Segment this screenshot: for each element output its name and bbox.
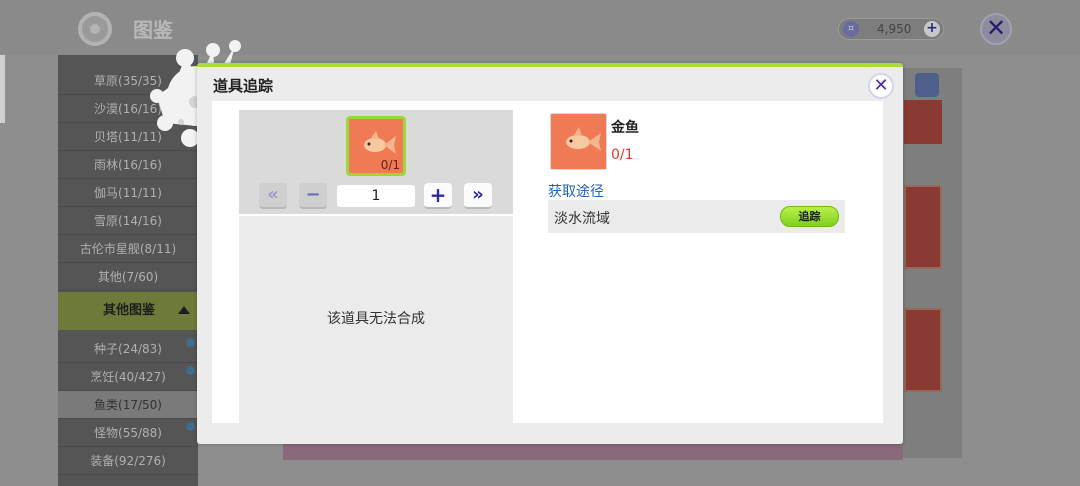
recipe-area: 该道具无法合成 [239,216,513,423]
dialog-close-button[interactable]: ✕ [868,73,894,99]
item-owned-count: 0/1 [611,147,634,163]
sidebar-item[interactable]: 怪物(55/88) [58,419,198,447]
sidebar-item[interactable]: 伽马(11/11) [58,179,198,207]
goldfish-icon [566,127,601,151]
item-name: 金鱼 [611,120,639,136]
sidebar-item[interactable]: 古伦市星舰(8/11) [58,235,198,263]
double-chevron-left-icon: « [267,184,279,205]
sidebar-item[interactable]: 其他(7/60) [58,263,198,291]
notification-dot [186,422,195,431]
quantity-input[interactable] [337,185,415,207]
selected-item-slot[interactable]: 0/1 [346,116,406,176]
crafting-panel: 0/1 « − + » [239,110,513,214]
collection-card[interactable] [904,308,942,392]
quantity-minus-button[interactable]: − [299,183,327,209]
no-craft-message: 该道具无法合成 [327,311,425,327]
item-slot-count: 0/1 [380,158,400,172]
coin-icon: ¤ [843,21,859,37]
sidebar-section-other[interactable]: 其他图鉴 [58,292,198,330]
quantity-plus-button[interactable]: + [424,183,452,209]
sidebar-item[interactable]: 烹饪(40/427) [58,363,198,391]
sidebar-item[interactable]: 种子(24/83) [58,335,198,363]
item-tracking-dialog: 道具追踪 ✕ 0/1 « − + [197,63,903,444]
sidebar-item-active[interactable]: 鱼类(17/50) [58,391,198,419]
sidebar-item[interactable]: 装备(92/276) [58,447,198,475]
close-collection-button[interactable]: ✕ [980,13,1012,45]
filter-icon[interactable] [915,73,939,97]
coin-counter: ¤ 4,950 + [838,18,944,40]
source-section-title: 获取途径 [548,184,604,200]
dialog-body: 0/1 « − + » 该道具无法合成 [212,101,883,423]
quantity-first-button[interactable]: « [259,183,287,209]
left-edge-tab [0,55,5,123]
source-row: 淡水流域 追踪 [548,200,845,233]
add-coins-button[interactable]: + [924,21,940,37]
collection-card[interactable] [904,100,942,144]
minus-icon: − [305,184,321,205]
item-thumbnail [550,113,607,170]
coin-value: 4,950 [877,22,912,36]
source-name: 淡水流域 [554,211,610,227]
notification-dot [186,338,195,347]
plus-icon: + [429,183,447,207]
collection-card[interactable] [904,185,942,269]
track-button[interactable]: 追踪 [780,206,839,227]
quantity-last-button[interactable]: » [464,183,492,209]
sidebar-item[interactable]: 雪原(14/16) [58,207,198,235]
notification-dot [186,366,195,375]
dialog-title: 道具追踪 [213,77,274,95]
collection-logo-icon [78,12,112,46]
double-chevron-right-icon: » [472,184,484,205]
